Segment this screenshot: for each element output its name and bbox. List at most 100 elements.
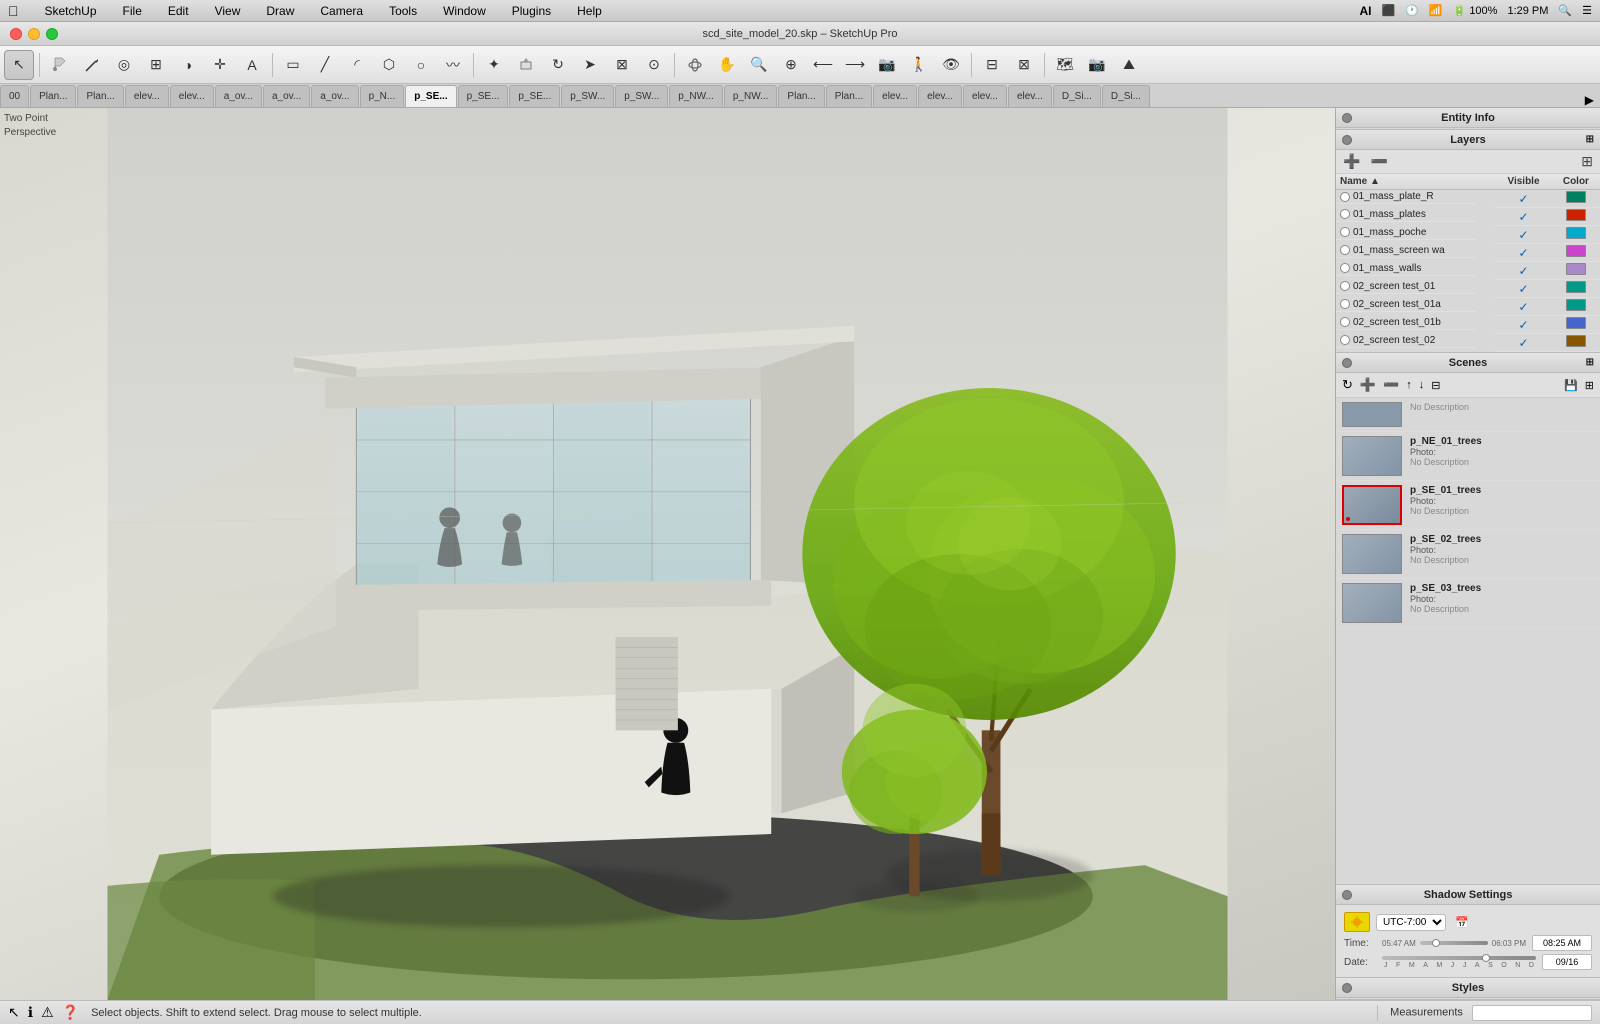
paint-bucket-tool[interactable]	[45, 50, 75, 80]
add-location[interactable]: 🗺	[1050, 50, 1080, 80]
remove-layer-btn[interactable]: ➖	[1367, 152, 1390, 171]
tab-dsi2[interactable]: D_Si...	[1102, 85, 1150, 107]
scene-row-0[interactable]: p_NE_01_trees Photo: No Description	[1336, 432, 1600, 481]
offset-tool[interactable]: ⊙	[639, 50, 669, 80]
rectangle-tool[interactable]: ▭	[278, 50, 308, 80]
layer-color-cell-7[interactable]	[1552, 316, 1600, 334]
pencil-tool[interactable]	[77, 50, 107, 80]
scene-row-3[interactable]: p_SE_03_trees Photo: No Description	[1336, 579, 1600, 628]
pan-tool[interactable]: ✋	[712, 50, 742, 80]
tab-dsi1[interactable]: D_Si...	[1053, 85, 1101, 107]
menu-help[interactable]: Help	[573, 2, 606, 20]
scenes-list[interactable]: No Description p_NE_01_trees Photo: No D…	[1336, 398, 1600, 884]
layer-visible-cell-7[interactable]: ✓	[1495, 316, 1552, 334]
layer-swatch-2[interactable]	[1566, 227, 1586, 239]
tab-elev1[interactable]: elev...	[125, 85, 169, 107]
scenes-expand-icon[interactable]: ⊞	[1586, 357, 1594, 368]
menu-sketchup[interactable]: SketchUp	[41, 2, 101, 20]
protractor[interactable]: ◑	[173, 50, 203, 80]
layers-expand-icon[interactable]: ⊞	[1586, 134, 1594, 145]
tab-aov1[interactable]: a_ov...	[215, 85, 262, 107]
line-tool[interactable]: ╱	[310, 50, 340, 80]
section-plane[interactable]: ⊟	[977, 50, 1007, 80]
scene-row-partial[interactable]: No Description	[1336, 398, 1600, 432]
tab-elev6[interactable]: elev...	[1008, 85, 1052, 107]
3d-text[interactable]: A	[237, 50, 267, 80]
tape-measure[interactable]: ⊞	[141, 50, 171, 80]
menu-plugins[interactable]: Plugins	[508, 2, 555, 20]
layer-checkmark-6[interactable]: ✓	[1518, 300, 1528, 314]
tab-pSE3[interactable]: p_SE...	[509, 85, 560, 107]
menu-draw[interactable]: Draw	[262, 2, 298, 20]
layer-checkmark-5[interactable]: ✓	[1518, 282, 1528, 296]
layer-radio-cell[interactable]: 01_mass_plate_R	[1336, 190, 1476, 204]
layer-col-visible[interactable]: Visible	[1495, 174, 1552, 190]
layer-radio-2[interactable]	[1340, 227, 1350, 237]
date-slider-thumb[interactable]	[1482, 954, 1490, 962]
tab-aov3[interactable]: a_ov...	[311, 85, 358, 107]
layer-radio-cell[interactable]: 01_mass_plates	[1336, 208, 1476, 222]
layer-color-cell-5[interactable]	[1552, 280, 1600, 298]
scenes-remove-btn[interactable]: ➖	[1381, 375, 1401, 395]
scenes-grid-btn[interactable]: ⊟	[1429, 377, 1442, 394]
arc-tool[interactable]: ◜	[342, 50, 372, 80]
scene-row-1[interactable]: p_SE_01_trees Photo: No Description	[1336, 481, 1600, 530]
tab-pNW2[interactable]: p_NW...	[724, 85, 778, 107]
layer-col-color[interactable]: Color	[1552, 174, 1600, 190]
next-view[interactable]: ⟶	[840, 50, 870, 80]
previous-view[interactable]: ⟵	[808, 50, 838, 80]
maximize-button[interactable]	[46, 28, 58, 40]
search-icon[interactable]: 🔍	[1558, 4, 1572, 17]
layer-visible-cell-0[interactable]: ✓	[1495, 190, 1552, 208]
layer-checkmark-3[interactable]: ✓	[1518, 246, 1528, 260]
layer-checkmark-8[interactable]: ✓	[1518, 336, 1528, 350]
layers-header[interactable]: Layers ⊞	[1336, 130, 1600, 150]
layer-visible-cell-2[interactable]: ✓	[1495, 226, 1552, 244]
layer-radio-cell[interactable]: 02_screen test_01b	[1336, 316, 1476, 330]
select-tool[interactable]: ↖	[4, 50, 34, 80]
tab-plan1[interactable]: Plan...	[30, 85, 76, 107]
layer-radio-cell[interactable]: 02_screen test_02	[1336, 334, 1476, 348]
shadow-sun-icon[interactable]	[1344, 912, 1370, 932]
layer-checkmark-7[interactable]: ✓	[1518, 318, 1528, 332]
layer-radio-cell[interactable]: 01_mass_walls	[1336, 262, 1476, 276]
layer-color-cell-0[interactable]	[1552, 190, 1600, 208]
layer-swatch-6[interactable]	[1566, 299, 1586, 311]
layer-row-0[interactable]: 01_mass_plate_R ✓	[1336, 190, 1600, 208]
layers-scroll[interactable]: Name ▲ Visible Color 01_mass_plate_R ✓	[1336, 174, 1600, 352]
layer-row-2[interactable]: 01_mass_poche ✓	[1336, 226, 1600, 244]
layer-radio-cell[interactable]: 02_screen test_01a	[1336, 298, 1476, 312]
layer-color-cell-1[interactable]	[1552, 208, 1600, 226]
scene-viewport[interactable]	[0, 108, 1335, 1000]
axes-tool[interactable]: ✛	[205, 50, 235, 80]
layer-swatch-0[interactable]	[1566, 191, 1586, 203]
menu-file[interactable]: File	[119, 2, 146, 20]
entity-info-header[interactable]: Entity Info	[1336, 108, 1600, 128]
layer-radio-7[interactable]	[1340, 317, 1350, 327]
layer-radio-3[interactable]	[1340, 245, 1350, 255]
scenes-down-btn[interactable]: ↓	[1417, 377, 1427, 393]
layer-color-cell-3[interactable]	[1552, 244, 1600, 262]
tab-pN[interactable]: p_N...	[360, 85, 405, 107]
layer-radio-0[interactable]	[1340, 192, 1350, 202]
layer-radio-1[interactable]	[1340, 209, 1350, 219]
scenes-header[interactable]: Scenes ⊞	[1336, 353, 1600, 373]
tab-plan3[interactable]: Plan...	[778, 85, 824, 107]
measurements-input[interactable]	[1472, 1005, 1592, 1021]
add-layer-btn[interactable]: ➕	[1340, 152, 1363, 171]
menu-window[interactable]: Window	[439, 2, 490, 20]
tab-aov2[interactable]: a_ov...	[263, 85, 310, 107]
freehand-tool[interactable]: 〰	[438, 50, 468, 80]
minimize-button[interactable]	[28, 28, 40, 40]
styles-header[interactable]: Styles	[1336, 978, 1600, 998]
layer-row-3[interactable]: 01_mass_screen wa ✓	[1336, 244, 1600, 262]
layers-options-btn[interactable]: ⊞	[1578, 152, 1596, 171]
layer-swatch-5[interactable]	[1566, 281, 1586, 293]
rotate-tool[interactable]: ↻	[543, 50, 573, 80]
zoom-extents[interactable]: ⊕	[776, 50, 806, 80]
layer-color-cell-2[interactable]	[1552, 226, 1600, 244]
layer-radio-8[interactable]	[1340, 335, 1350, 345]
layer-row-5[interactable]: 02_screen test_01 ✓	[1336, 280, 1600, 298]
scenes-options-btn[interactable]: ⊞	[1583, 377, 1596, 394]
scenes-add-btn[interactable]: ➕	[1358, 375, 1378, 395]
